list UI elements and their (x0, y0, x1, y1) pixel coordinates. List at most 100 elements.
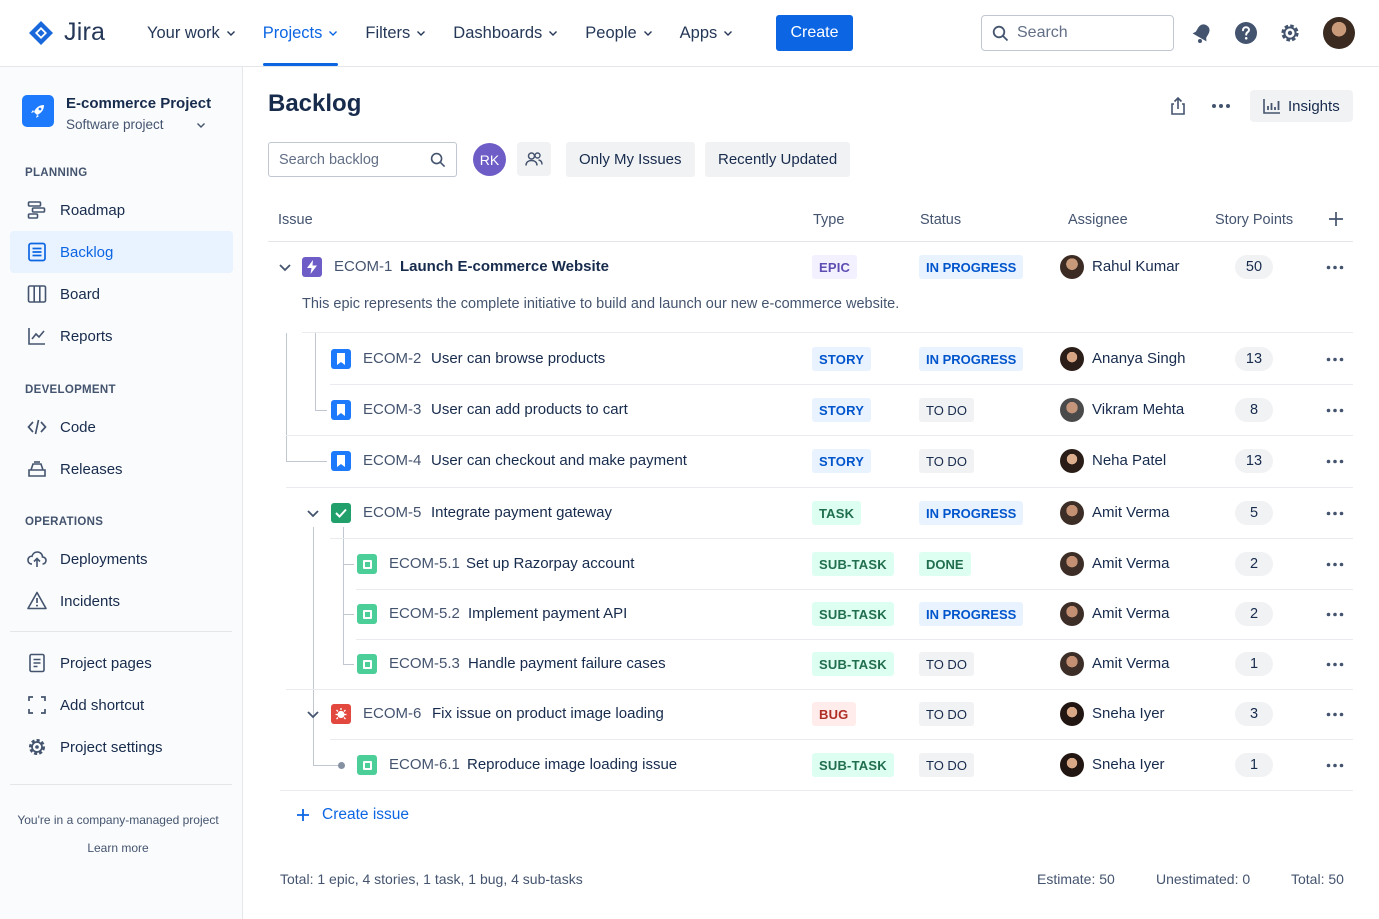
status-badge[interactable]: IN PROGRESS (919, 501, 1024, 525)
issue-key[interactable]: ECOM-5.1 (389, 555, 460, 572)
help-icon[interactable] (1233, 20, 1259, 46)
row-divider (286, 689, 1353, 690)
status-badge[interactable]: TO DO (919, 753, 974, 777)
issue-summary[interactable]: Set up Razorpay account (466, 555, 634, 572)
issue-key[interactable]: ECOM-4 (363, 452, 421, 469)
row-more-icon[interactable] (1325, 704, 1345, 724)
epic-description: This epic represents the complete initia… (302, 296, 900, 312)
collapse-chevron-icon[interactable] (278, 260, 292, 274)
nav-dashboards[interactable]: Dashboards (453, 0, 558, 66)
global-search[interactable] (981, 15, 1174, 51)
issue-key[interactable]: ECOM-3 (363, 401, 421, 418)
sidebar-item-reports[interactable]: Reports (10, 315, 233, 357)
nav-filters[interactable]: Filters (365, 0, 426, 66)
sidebar-item-deployments[interactable]: Deployments (10, 538, 233, 580)
global-search-input[interactable] (1017, 24, 1157, 42)
more-actions-icon[interactable] (1205, 90, 1237, 122)
sidebar-item-label: Roadmap (60, 201, 126, 219)
issue-summary[interactable]: User can add products to cart (431, 401, 628, 418)
issue-key[interactable]: ECOM-1 (334, 258, 392, 275)
story-points[interactable]: 13 (1235, 347, 1273, 371)
story-points[interactable]: 3 (1235, 702, 1273, 726)
tree-connector (286, 333, 287, 461)
status-badge[interactable]: TO DO (919, 449, 974, 473)
status-badge[interactable]: TO DO (919, 652, 974, 676)
bug-icon (331, 704, 351, 724)
issue-summary[interactable]: Launch E-commerce Website (400, 258, 609, 275)
backlog-search[interactable] (268, 142, 457, 177)
row-more-icon[interactable] (1325, 755, 1345, 775)
sidebar-item-roadmap[interactable]: Roadmap (10, 189, 233, 231)
row-more-icon[interactable] (1325, 349, 1345, 369)
insights-button[interactable]: Insights (1250, 90, 1353, 122)
status-badge[interactable]: IN PROGRESS (919, 347, 1024, 371)
row-divider (286, 435, 1353, 436)
issue-key[interactable]: ECOM-5.2 (389, 605, 460, 622)
settings-gear-icon[interactable] (1277, 20, 1303, 46)
issue-summary[interactable]: Fix issue on product image loading (432, 705, 664, 722)
backlog-search-input[interactable] (279, 151, 419, 168)
story-points[interactable]: 1 (1235, 753, 1273, 777)
row-more-icon[interactable] (1325, 400, 1345, 420)
create-issue-button[interactable]: Create issue (296, 806, 409, 824)
create-button[interactable]: Create (776, 15, 853, 51)
share-icon[interactable] (1162, 90, 1194, 122)
project-switcher[interactable]: E-commerce Project Software project (22, 95, 211, 132)
issue-key[interactable]: ECOM-6.1 (389, 756, 460, 773)
story-points[interactable]: 50 (1235, 255, 1273, 279)
learn-more-link[interactable]: Learn more (0, 841, 236, 855)
sidebar-item-backlog[interactable]: Backlog (10, 231, 233, 273)
status-badge[interactable]: TO DO (919, 398, 974, 422)
issue-key[interactable]: ECOM-5.3 (389, 655, 460, 672)
story-points[interactable]: 2 (1235, 602, 1273, 626)
story-points[interactable]: 1 (1235, 652, 1273, 676)
row-more-icon[interactable] (1325, 554, 1345, 574)
user-avatar[interactable] (1323, 17, 1355, 49)
avatar-filter[interactable]: RK (473, 143, 506, 176)
sidebar-item-releases[interactable]: Releases (10, 448, 233, 490)
add-column-icon[interactable] (1326, 209, 1346, 229)
story-bookmark-icon (331, 349, 351, 369)
issue-key[interactable]: ECOM-6 (363, 705, 421, 722)
status-badge[interactable]: IN PROGRESS (919, 255, 1024, 279)
plus-icon (297, 809, 309, 821)
sidebar-item-project-settings[interactable]: Project settings (10, 726, 233, 768)
issue-summary[interactable]: Reproduce image loading issue (467, 756, 677, 773)
issue-key[interactable]: ECOM-2 (363, 350, 421, 367)
status-badge[interactable]: DONE (919, 552, 971, 576)
row-more-icon[interactable] (1325, 503, 1345, 523)
story-points[interactable]: 13 (1235, 449, 1273, 473)
story-points[interactable]: 2 (1235, 552, 1273, 576)
row-more-icon[interactable] (1325, 654, 1345, 674)
nav-apps[interactable]: Apps (680, 0, 734, 66)
issue-summary[interactable]: Integrate payment gateway (431, 504, 612, 521)
people-filter-icon[interactable] (517, 142, 551, 176)
row-more-icon[interactable] (1325, 451, 1345, 471)
story-points[interactable]: 5 (1235, 501, 1273, 525)
row-more-icon[interactable] (1325, 604, 1345, 624)
sidebar-item-project-pages[interactable]: Project pages (10, 642, 233, 684)
nav-people[interactable]: People (585, 0, 652, 66)
nav-projects[interactable]: Projects (262, 0, 339, 66)
issue-key[interactable]: ECOM-5 (363, 504, 421, 521)
issue-summary[interactable]: Implement payment API (468, 605, 627, 622)
collapse-chevron-icon[interactable] (306, 506, 320, 520)
status-badge[interactable]: TO DO (919, 702, 974, 726)
nav-your-work[interactable]: Your work (147, 0, 236, 66)
sidebar-item-add-shortcut[interactable]: Add shortcut (10, 684, 233, 726)
sidebar-item-code[interactable]: Code (10, 406, 233, 448)
sidebar-item-incidents[interactable]: Incidents (10, 580, 233, 622)
status-badge[interactable]: IN PROGRESS (919, 602, 1024, 626)
recently-updated-filter[interactable]: Recently Updated (705, 142, 851, 177)
only-my-issues-filter[interactable]: Only My Issues (566, 142, 695, 177)
issue-summary[interactable]: User can browse products (431, 350, 605, 367)
collapse-chevron-icon[interactable] (306, 707, 320, 721)
issue-summary[interactable]: User can checkout and make payment (431, 452, 687, 469)
notifications-icon[interactable] (1189, 20, 1215, 46)
story-points[interactable]: 8 (1235, 398, 1273, 422)
sidebar-item-board[interactable]: Board (10, 273, 233, 315)
jira-logo[interactable]: Jira (28, 18, 105, 47)
row-more-icon[interactable] (1325, 257, 1345, 277)
sidebar-divider (10, 784, 232, 785)
issue-summary[interactable]: Handle payment failure cases (468, 655, 666, 672)
